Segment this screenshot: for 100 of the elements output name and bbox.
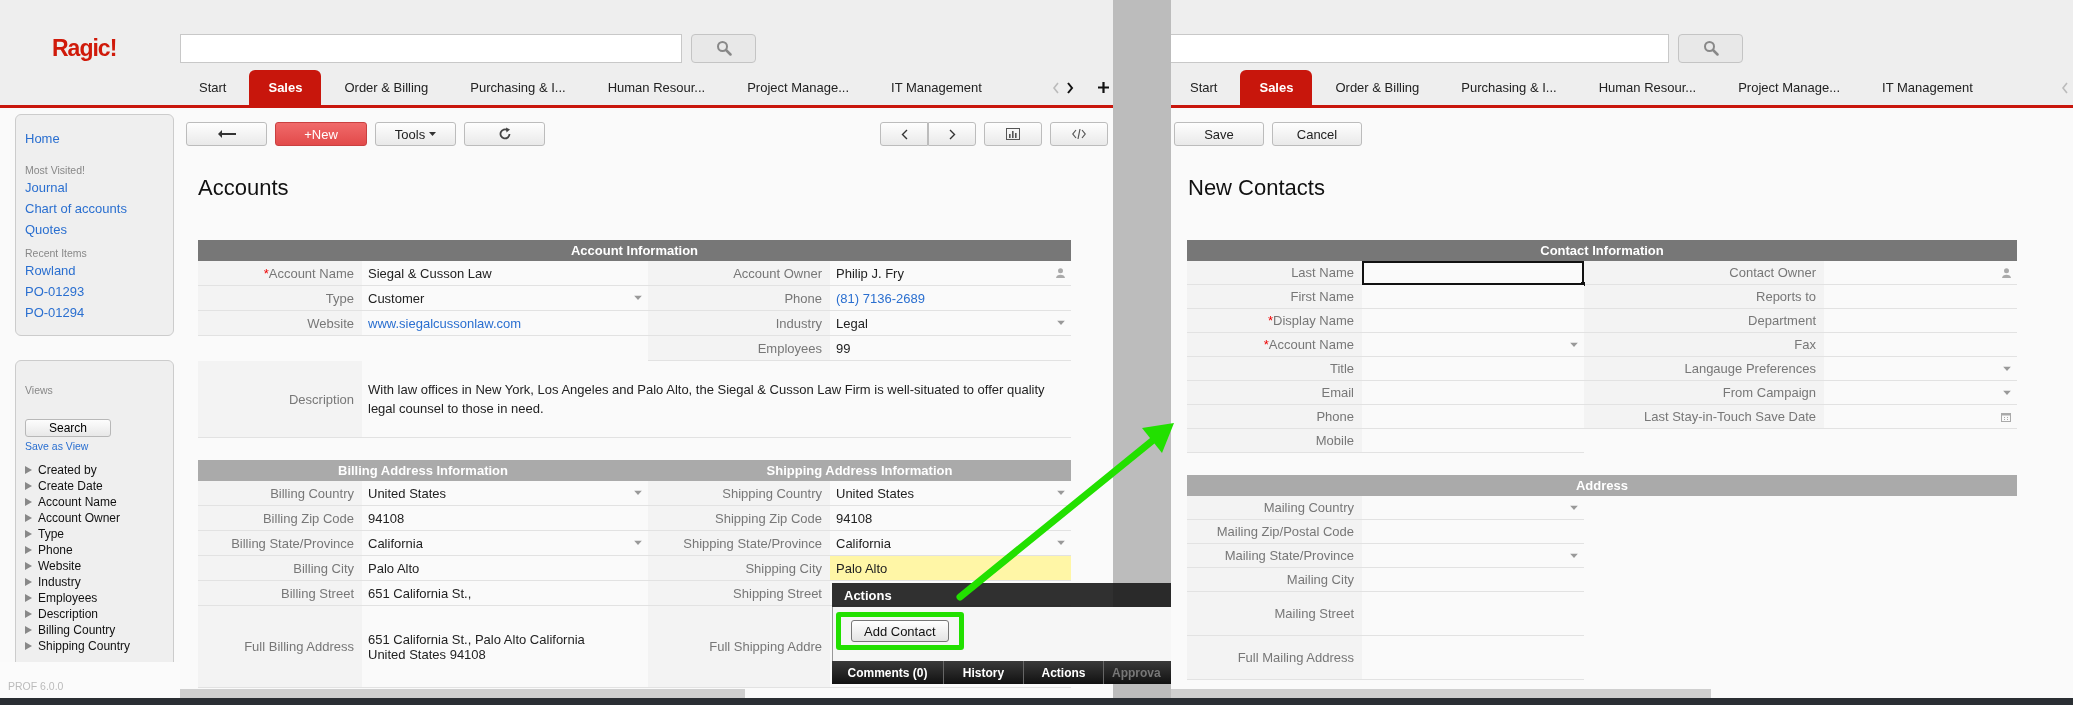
- save-button[interactable]: Save: [1174, 122, 1264, 146]
- arrow-left-icon: [217, 130, 236, 138]
- dropdown-caret-icon[interactable]: [634, 295, 642, 301]
- dropdown-caret-icon[interactable]: [1057, 540, 1065, 546]
- filter-field[interactable]: Account Owner: [38, 511, 121, 525]
- tab[interactable]: Purchasing & I...: [1442, 70, 1576, 105]
- plus-icon[interactable]: [1098, 82, 1109, 93]
- tab[interactable]: Start: [180, 70, 246, 105]
- tab[interactable]: IT Management: [872, 70, 1001, 105]
- filter-field[interactable]: Billing Country: [38, 623, 116, 637]
- tab[interactable]: Human Resour...: [588, 70, 725, 105]
- field-label: Mailing Street: [1187, 592, 1362, 636]
- tab[interactable]: IT Management: [1863, 70, 1992, 105]
- calendar-icon[interactable]: [2001, 411, 2011, 422]
- field-label: Website: [198, 311, 362, 336]
- field-label: Shipping Country: [648, 481, 830, 506]
- previous-button[interactable]: [880, 122, 928, 146]
- logo[interactable]: Ragic!: [0, 34, 180, 62]
- dropdown-caret-icon[interactable]: [2003, 366, 2011, 371]
- dropdown-caret-icon[interactable]: [1057, 490, 1065, 496]
- scrollbar[interactable]: [180, 689, 745, 698]
- filter-field[interactable]: Created by: [38, 463, 97, 477]
- search-field[interactable]: [1171, 33, 1669, 63]
- search-button[interactable]: Search: [25, 419, 111, 437]
- sidebar-link[interactable]: Chart of accounts: [25, 198, 127, 219]
- section-title: Account Information: [569, 243, 700, 258]
- filter-field[interactable]: Description: [38, 607, 99, 621]
- tab[interactable]: Sales: [1240, 70, 1313, 105]
- field-label: Full Billing Address: [198, 606, 362, 688]
- field-label: Shipping State/Province: [648, 531, 830, 556]
- next-button[interactable]: [928, 122, 976, 146]
- section-title: Billing Address Information: [337, 463, 509, 478]
- field-value: Palo Alto: [368, 560, 420, 576]
- field-label: Phone: [648, 286, 830, 311]
- filter-field[interactable]: Industry: [38, 575, 81, 589]
- panel-tab[interactable]: History: [944, 661, 1024, 684]
- sidebar-link[interactable]: Home: [25, 128, 60, 149]
- person-icon[interactable]: [2002, 267, 2011, 278]
- search-field[interactable]: [180, 33, 682, 63]
- input-field[interactable]: [1362, 261, 1584, 285]
- sidebar-link[interactable]: Rowland: [25, 260, 76, 281]
- dropdown-caret-icon[interactable]: [1570, 505, 1578, 510]
- tab[interactable]: Project Manage...: [1719, 70, 1860, 105]
- tab[interactable]: Project Manage...: [728, 70, 869, 105]
- field-label: Mailing Country: [1187, 496, 1362, 520]
- field-value: With law offices in New York, Los Angeles and Palo Alto, the Siegal & Cusson Law Firm is well-situated to offer quality legal counsel to those in need.: [368, 381, 1046, 418]
- tab[interactable]: Sales: [249, 70, 322, 105]
- sidebar-link[interactable]: PO-01294: [25, 302, 85, 323]
- dropdown-caret-icon[interactable]: [634, 490, 642, 496]
- tab[interactable]: Purchasing & I...: [451, 70, 585, 105]
- filter-field[interactable]: Phone: [38, 543, 73, 557]
- tab[interactable]: Order & Billing: [325, 70, 448, 105]
- filter-field[interactable]: Shipping Country: [38, 639, 131, 653]
- field-value: Palo Alto: [836, 560, 888, 576]
- dropdown-caret-icon[interactable]: [1057, 320, 1065, 326]
- field-label: Mobile: [1187, 429, 1362, 453]
- scrollbar[interactable]: [1171, 689, 1711, 698]
- cancel-button[interactable]: Cancel: [1272, 122, 1362, 146]
- tab[interactable]: Human Resour...: [1579, 70, 1716, 105]
- tab[interactable]: Start: [1171, 70, 1237, 105]
- tab[interactable]: Order & Billing: [1316, 70, 1439, 105]
- panel-tab[interactable]: Comments (0): [832, 661, 944, 684]
- search-button[interactable]: [1678, 33, 1743, 63]
- sidebar-link[interactable]: Quotes: [25, 219, 67, 240]
- back-button[interactable]: [186, 122, 267, 146]
- chevron-left-icon[interactable]: [2061, 81, 2069, 94]
- sidebar-link[interactable]: Journal: [25, 177, 68, 198]
- person-icon[interactable]: [1056, 268, 1065, 278]
- field-label: Contact Owner: [1584, 261, 1824, 285]
- dropdown-caret-icon[interactable]: [1570, 342, 1578, 347]
- sidebar-link[interactable]: PO-01293: [25, 281, 85, 302]
- dropdown-caret-icon[interactable]: [634, 540, 642, 546]
- link[interactable]: www.siegalcussonlaw.com: [368, 315, 522, 331]
- new-button[interactable]: +New: [275, 122, 367, 146]
- filter-field[interactable]: Employees: [38, 591, 98, 605]
- chevron-left-icon: [900, 128, 908, 140]
- dropdown-caret-icon[interactable]: [1570, 553, 1578, 558]
- refresh-icon: [497, 127, 512, 141]
- field-value: Legal: [836, 315, 868, 331]
- dropdown-caret-icon[interactable]: [2003, 390, 2011, 395]
- filter-field[interactable]: Website: [38, 559, 82, 573]
- search-button[interactable]: [691, 33, 756, 63]
- link[interactable]: (81) 7136-2689: [836, 290, 925, 306]
- panel-tab[interactable]: Actions: [1024, 661, 1104, 684]
- chevron-right-icon[interactable]: [1066, 81, 1074, 94]
- field-label: Shipping Street: [648, 581, 830, 606]
- chevron-left-icon[interactable]: [1052, 81, 1060, 94]
- code-button[interactable]: [1050, 122, 1108, 146]
- report-button[interactable]: [984, 122, 1042, 146]
- tools-button[interactable]: Tools: [375, 122, 456, 146]
- filter-field[interactable]: Type: [38, 527, 64, 541]
- filter-field[interactable]: Create Date: [38, 479, 103, 493]
- search-icon: [1702, 40, 1719, 56]
- search-icon: [715, 40, 732, 56]
- add-contact-button[interactable]: Add Contact: [851, 620, 949, 642]
- filter-field[interactable]: Account Name: [38, 495, 117, 509]
- refresh-button[interactable]: [464, 122, 545, 146]
- field-label: Last Name: [1187, 261, 1362, 285]
- sidebar-heading: Recent Items: [25, 246, 87, 260]
- save-view-link[interactable]: Save as View: [25, 440, 89, 452]
